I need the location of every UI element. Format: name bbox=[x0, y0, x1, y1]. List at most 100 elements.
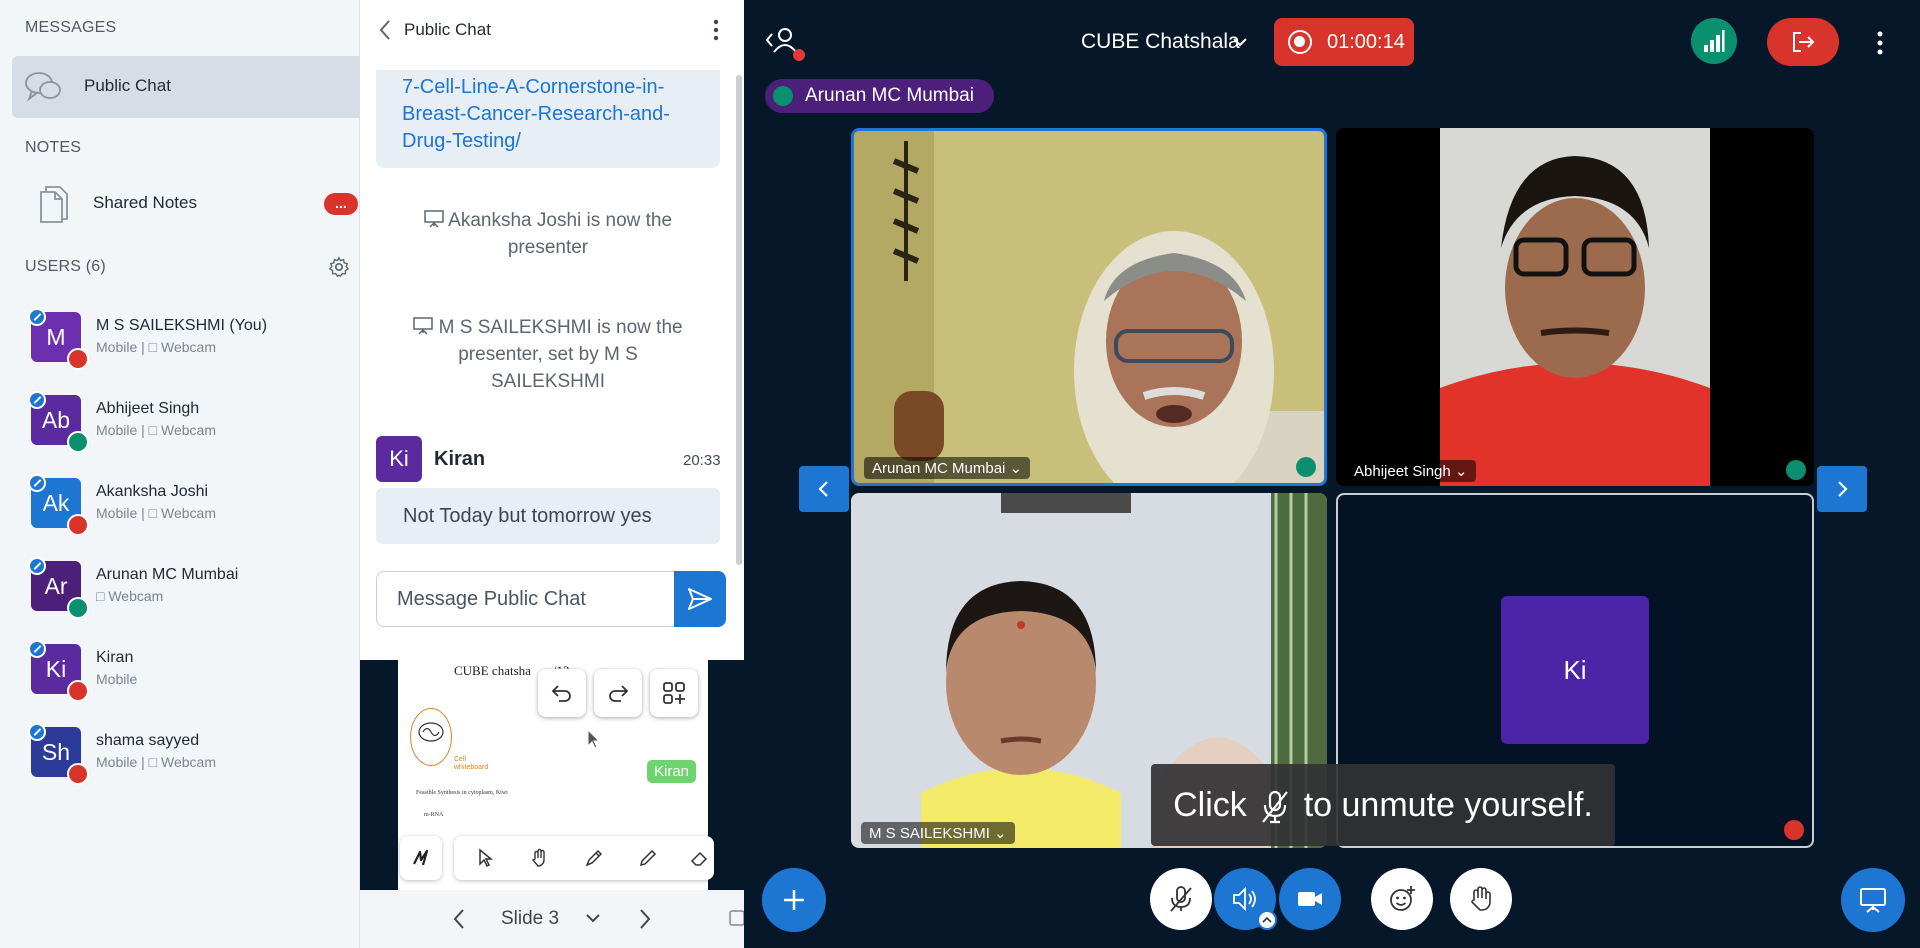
scribble-icon bbox=[413, 849, 429, 866]
reactions-button[interactable] bbox=[1371, 868, 1433, 930]
recording-indicator[interactable]: 01:00:14 bbox=[1274, 18, 1414, 66]
logo-caption-line: Cell bbox=[454, 756, 467, 763]
slide-logo bbox=[410, 708, 452, 766]
pencil-tool-icon[interactable] bbox=[638, 848, 658, 868]
avatar: Ki bbox=[376, 436, 422, 482]
previous-slide-icon[interactable] bbox=[452, 908, 466, 930]
public-chat-label: Public Chat bbox=[84, 76, 171, 95]
microphone-icon bbox=[1786, 460, 1806, 480]
options-menu-icon[interactable] bbox=[1873, 30, 1887, 56]
message-author: Kiran bbox=[434, 448, 486, 470]
system-message-text: Akanksha Joshi is now the presenter bbox=[448, 210, 673, 258]
chat-link-message[interactable]: 7-Cell-Line-A-Cornerstone-in- Breast-Can… bbox=[376, 70, 720, 168]
insert-shapes-button[interactable] bbox=[650, 669, 698, 717]
video-tile[interactable]: Arunan MC Mumbai ⌄ bbox=[851, 128, 1327, 486]
leave-meeting-button[interactable] bbox=[1767, 18, 1839, 66]
microphone-muted-icon bbox=[67, 514, 89, 536]
presentation-icon bbox=[413, 317, 434, 335]
user-list-panel: MESSAGES Public Chat NOTES Shared Notes … bbox=[0, 0, 360, 948]
user-device-info: Mobile bbox=[96, 671, 138, 687]
redo-button[interactable] bbox=[594, 669, 642, 717]
tile-participant-name[interactable]: M S SAILEKSHMI ⌄ bbox=[861, 822, 1015, 844]
public-chat-panel: Public Chat 7-Cell-Line-A-Cornerstone-in… bbox=[360, 0, 744, 660]
user-name: Kiran bbox=[96, 649, 134, 666]
share-webcam-button[interactable] bbox=[1279, 868, 1341, 930]
chat-title: Public Chat bbox=[404, 20, 491, 39]
eraser-tool-icon[interactable] bbox=[690, 848, 710, 868]
chat-scrollbar[interactable] bbox=[736, 75, 742, 565]
slide-text-line: m-RNA bbox=[424, 812, 444, 818]
link-line[interactable]: Breast-Cancer-Research-and- bbox=[402, 101, 694, 128]
whiteboard-toolbar bbox=[454, 836, 714, 880]
select-tool-icon[interactable] bbox=[476, 848, 496, 868]
presenter-badge-icon bbox=[28, 723, 46, 741]
avatar: M bbox=[28, 308, 89, 370]
undo-button[interactable] bbox=[538, 669, 586, 717]
cursor-arrow-icon bbox=[587, 728, 601, 749]
system-message: Akanksha Joshi is now the presenter bbox=[376, 207, 720, 261]
video-tile[interactable]: Abhijeet Singh ⌄ bbox=[1336, 128, 1814, 486]
webcam-video bbox=[1336, 128, 1814, 486]
link-line[interactable]: 7-Cell-Line-A-Cornerstone-in- bbox=[402, 74, 694, 101]
presentation-options-icon[interactable] bbox=[728, 907, 744, 929]
audio-options-caret[interactable] bbox=[1257, 910, 1277, 930]
chevron-down-icon[interactable] bbox=[1231, 35, 1249, 49]
logo-caption-line: whiteboard bbox=[454, 764, 489, 771]
chat-bubbles-icon bbox=[25, 72, 61, 102]
cell-logo-icon bbox=[418, 722, 444, 742]
user-device-info: Mobile | □ Webcam bbox=[96, 754, 216, 770]
exit-icon bbox=[1793, 32, 1815, 52]
hand-tool-icon[interactable] bbox=[530, 848, 550, 868]
microphone-icon bbox=[1296, 457, 1316, 477]
connection-status-button[interactable] bbox=[1691, 18, 1737, 64]
user-list-item[interactable]: M M S SAILEKSHMI (You) Mobile | □ Webcam bbox=[0, 306, 360, 386]
presentation-backdrop: CUBE chatsha/12 Cellwhiteboard Feasible … bbox=[360, 660, 744, 890]
actions-button[interactable] bbox=[762, 868, 826, 932]
unmute-button[interactable] bbox=[1150, 868, 1212, 930]
tile-name-text: M S SAILEKSHMI bbox=[869, 825, 990, 842]
meeting-title[interactable]: CUBE Chatshala bbox=[1081, 30, 1240, 54]
chat-options-icon[interactable] bbox=[704, 18, 728, 42]
tile-participant-name[interactable]: Arunan MC Mumbai ⌄ bbox=[864, 457, 1031, 479]
toast-text: to unmute yourself. bbox=[1303, 786, 1593, 824]
link-line[interactable]: Drug-Testing/ bbox=[402, 128, 694, 155]
user-list-item[interactable]: Ki Kiran Mobile bbox=[0, 638, 360, 718]
user-list-item[interactable]: Ab Abhijeet Singh Mobile | □ Webcam bbox=[0, 389, 360, 469]
signal-bars-icon bbox=[1704, 30, 1725, 52]
toast-text: Click bbox=[1173, 786, 1247, 824]
remote-cursor-label: Kiran bbox=[647, 760, 697, 783]
slide-navigation: Slide 3 bbox=[360, 890, 744, 948]
send-message-button[interactable] bbox=[674, 571, 726, 627]
presentation-toggle-button[interactable] bbox=[1841, 868, 1905, 932]
presenter-badge-icon bbox=[28, 474, 46, 492]
back-chevron-icon[interactable] bbox=[376, 18, 394, 42]
talking-indicator[interactable]: Arunan MC Mumbai bbox=[765, 79, 994, 113]
user-list-item[interactable]: Ak Akanksha Joshi Mobile | □ Webcam bbox=[0, 472, 360, 552]
tile-participant-name[interactable]: Abhijeet Singh ⌄ bbox=[1346, 460, 1476, 482]
gear-icon[interactable] bbox=[328, 256, 350, 278]
microphone-muted-icon bbox=[67, 348, 89, 370]
chat-message-input[interactable] bbox=[376, 571, 676, 627]
chevron-down-icon[interactable] bbox=[585, 912, 601, 924]
user-list-item[interactable]: Sh shama sayyed Mobile | □ Webcam bbox=[0, 721, 360, 801]
video-camera-icon bbox=[1298, 892, 1322, 906]
presenter-badge-icon bbox=[28, 391, 46, 409]
microphone-muted-icon bbox=[1262, 790, 1289, 824]
slide-number-label[interactable]: Slide 3 bbox=[501, 908, 559, 930]
microphone-muted-icon bbox=[67, 680, 89, 702]
video-conference-area: CUBE Chatshala 01:00:14 Arunan MC Mumbai bbox=[744, 0, 1920, 948]
public-chat-nav-item[interactable]: Public Chat bbox=[12, 56, 360, 118]
raise-hand-button[interactable] bbox=[1450, 868, 1512, 930]
previous-page-button[interactable] bbox=[799, 466, 849, 512]
presenter-badge-icon bbox=[28, 557, 46, 575]
avatar: Ab bbox=[28, 391, 89, 453]
next-page-button[interactable] bbox=[1817, 466, 1867, 512]
shared-notes-nav-item[interactable]: Shared Notes ... bbox=[12, 175, 360, 231]
slide-logo-caption: Cell whiteboard bbox=[454, 756, 488, 772]
pen-tool-icon[interactable] bbox=[584, 848, 604, 868]
next-slide-icon[interactable] bbox=[638, 908, 652, 930]
talking-name: Arunan MC Mumbai bbox=[805, 85, 974, 106]
whiteboard-menu-button[interactable] bbox=[400, 836, 442, 880]
messages-section-title: MESSAGES bbox=[25, 19, 117, 36]
user-list-item[interactable]: Ar Arunan MC Mumbai □ Webcam bbox=[0, 555, 360, 635]
